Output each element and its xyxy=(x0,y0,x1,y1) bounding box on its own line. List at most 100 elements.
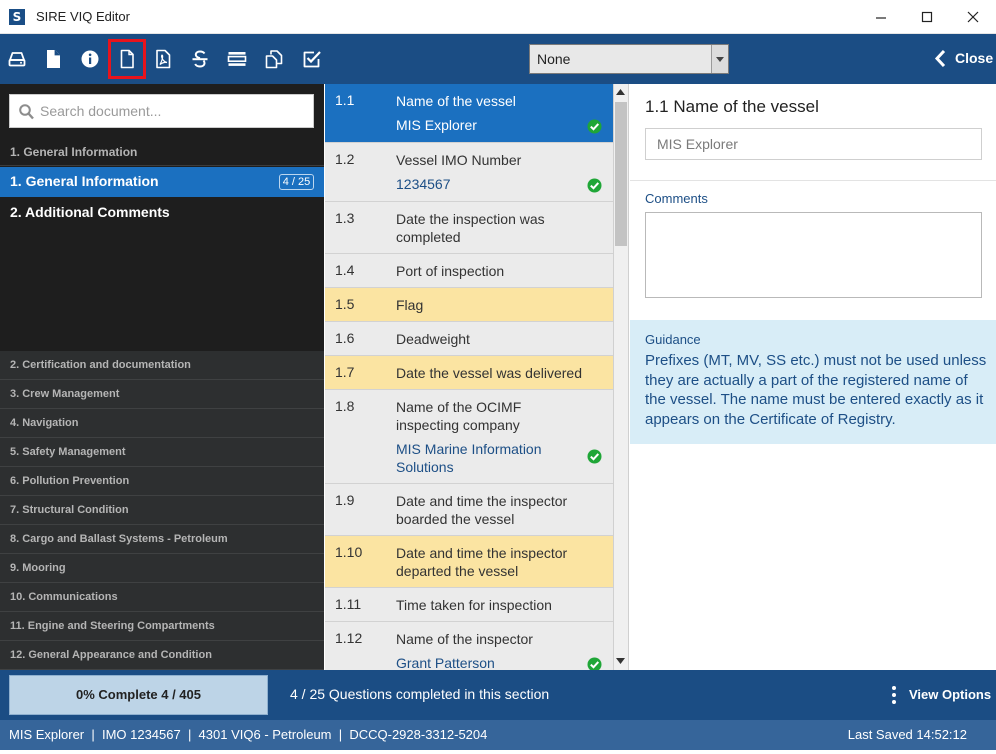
dropdown-arrow[interactable] xyxy=(711,45,728,73)
question-row[interactable]: 1.10 Date and time the inspector departed… xyxy=(325,536,613,588)
question-text: Name of the inspector xyxy=(396,631,533,647)
window-title: SIRE VIQ Editor xyxy=(36,9,130,24)
checkbox-button[interactable] xyxy=(295,41,329,77)
pdf-button[interactable] xyxy=(146,41,180,77)
guidance-text: Prefixes (MT, MV, SS etc.) must not be u… xyxy=(645,352,987,428)
overall-progress: 0% Complete 4 / 405 xyxy=(9,675,268,715)
question-row[interactable]: 1.11 Time taken for inspection xyxy=(325,588,613,622)
checkbox-icon xyxy=(303,51,321,68)
question-number: 1.5 xyxy=(335,296,355,312)
question-row[interactable]: 1.5 Flag xyxy=(325,288,613,322)
sidebar-section-label: 7. Structural Condition xyxy=(10,504,129,516)
question-text: Name of the vessel xyxy=(396,93,516,109)
scroll-down-button[interactable] xyxy=(614,653,628,670)
question-row[interactable]: 1.6 Deadweight xyxy=(325,322,613,356)
list-icon xyxy=(227,52,247,66)
sidebar-section-label: 4. Navigation xyxy=(10,417,79,429)
answered-check-icon xyxy=(587,178,602,193)
question-text: Time taken for inspection xyxy=(396,597,552,613)
sidebar-section-item[interactable]: 12. General Appearance and Condition xyxy=(0,641,324,670)
sidebar-section-item[interactable]: 5. Safety Management xyxy=(0,438,324,467)
question-row[interactable]: 1.8 Name of the OCIMF inspecting company M… xyxy=(325,390,613,484)
filter-dropdown[interactable]: None xyxy=(529,44,729,74)
question-row[interactable]: 1.2 Vessel IMO Number 1234567 xyxy=(325,143,613,202)
new-document-icon xyxy=(47,50,60,68)
question-row[interactable]: 1.3 Date the inspection was completed xyxy=(325,202,613,254)
question-text: Deadweight xyxy=(396,331,470,347)
question-number: 1.4 xyxy=(335,262,355,278)
divider xyxy=(630,180,996,181)
section-heading: 1. General Information xyxy=(10,145,138,159)
new-document-button[interactable] xyxy=(36,41,70,77)
question-row[interactable]: 1.1 Name of the vessel MIS Explorer xyxy=(325,84,613,143)
answer-input[interactable] xyxy=(645,128,982,160)
subsection-general-information[interactable]: 1. General Information 4 / 25 xyxy=(0,167,324,197)
question-row[interactable]: 1.9 Date and time the inspector boarded t… xyxy=(325,484,613,536)
pdf-icon xyxy=(156,49,171,69)
toolbar: None Close xyxy=(0,34,996,84)
guidance-label: Guidance xyxy=(645,332,701,347)
search-icon xyxy=(19,104,34,120)
question-text: Date and time the inspector departed the… xyxy=(396,545,568,579)
maximize-button[interactable] xyxy=(904,0,950,34)
sidebar-current-section: 1. General Information 1. General Inform… xyxy=(0,84,324,351)
sidebar-section-item[interactable]: 10. Communications xyxy=(0,583,324,612)
answered-check-icon xyxy=(587,449,602,464)
sidebar-section-label: 9. Mooring xyxy=(10,562,66,574)
subsection-additional-comments[interactable]: 2. Additional Comments xyxy=(10,204,170,220)
question-row[interactable]: 1.4 Port of inspection xyxy=(325,254,613,288)
question-detail-panel: 1.1 Name of the vessel Comments Guidance… xyxy=(630,84,996,670)
comments-label: Comments xyxy=(645,191,708,206)
close-button-label: Close xyxy=(955,50,994,66)
minimize-icon xyxy=(876,17,886,19)
blank-document-button[interactable] xyxy=(108,39,146,79)
question-title: 1.1 Name of the vessel xyxy=(645,97,819,116)
sidebar-section-item[interactable]: 11. Engine and Steering Compartments xyxy=(0,612,324,641)
strikethrough-button[interactable] xyxy=(183,41,217,77)
question-number: 1.2 xyxy=(335,151,355,167)
sidebar-section-item[interactable]: 7. Structural Condition xyxy=(0,496,324,525)
question-list: 1.1 Name of the vessel MIS Explorer 1.2 Vess… xyxy=(325,84,613,670)
sidebar-section-item[interactable]: 3. Crew Management xyxy=(0,380,324,409)
sidebar-section-label: 8. Cargo and Ballast Systems - Petroleum xyxy=(10,533,228,545)
sidebar-section-item[interactable]: 2. Certification and documentation xyxy=(0,351,324,380)
sidebar-section-item[interactable]: 9. Mooring xyxy=(0,554,324,583)
question-text: Flag xyxy=(396,297,424,313)
maximize-icon xyxy=(921,11,933,23)
copy-button[interactable] xyxy=(257,41,291,77)
close-icon xyxy=(967,11,979,23)
question-row[interactable]: 1.12 Name of the inspector Grant Patterson xyxy=(325,622,613,670)
info-button[interactable] xyxy=(73,41,107,77)
question-row[interactable]: 1.7 Date the vessel was delivered xyxy=(325,356,613,390)
arrow-up-icon xyxy=(616,89,625,95)
sidebar-section-label: 11. Engine and Steering Compartments xyxy=(10,620,215,632)
drive-button[interactable] xyxy=(0,41,34,77)
divider xyxy=(0,165,324,166)
sidebar-section-item[interactable]: 6. Pollution Prevention xyxy=(0,467,324,496)
question-list-scrollbar[interactable] xyxy=(613,84,629,670)
last-saved: Last Saved 14:52:12 xyxy=(847,727,967,742)
search-input[interactable] xyxy=(40,101,308,121)
sidebar-section-item[interactable]: 8. Cargo and Ballast Systems - Petroleum xyxy=(0,525,324,554)
scroll-thumb[interactable] xyxy=(615,102,627,246)
question-number: 1.1 xyxy=(335,92,355,108)
status-bar: MIS Explorer | IMO 1234567 | 4301 VIQ6 -… xyxy=(0,720,996,750)
sidebar-section-item[interactable]: 4. Navigation xyxy=(0,409,324,438)
minimize-button[interactable] xyxy=(858,0,904,34)
question-text: Port of inspection xyxy=(396,263,505,279)
window-close-button[interactable] xyxy=(950,0,996,34)
strikethrough-icon xyxy=(192,50,208,68)
vessel-info: MIS Explorer | IMO 1234567 | 4301 VIQ6 -… xyxy=(9,727,488,742)
chevron-left-icon xyxy=(934,50,946,67)
question-answer: MIS Marine Information Solutions xyxy=(396,440,542,475)
question-number: 1.6 xyxy=(335,330,355,346)
question-answer: MIS Explorer xyxy=(396,116,477,133)
sidebar-section-label: 6. Pollution Prevention xyxy=(10,475,130,487)
title-bar: S SIRE VIQ Editor xyxy=(0,0,996,34)
comments-textarea[interactable] xyxy=(645,212,982,298)
sidebar-section-label: 10. Communications xyxy=(10,591,118,603)
view-options-label: View Options xyxy=(909,687,992,702)
list-button[interactable] xyxy=(220,41,254,77)
scroll-up-button[interactable] xyxy=(614,84,628,101)
search-box[interactable] xyxy=(9,94,314,128)
